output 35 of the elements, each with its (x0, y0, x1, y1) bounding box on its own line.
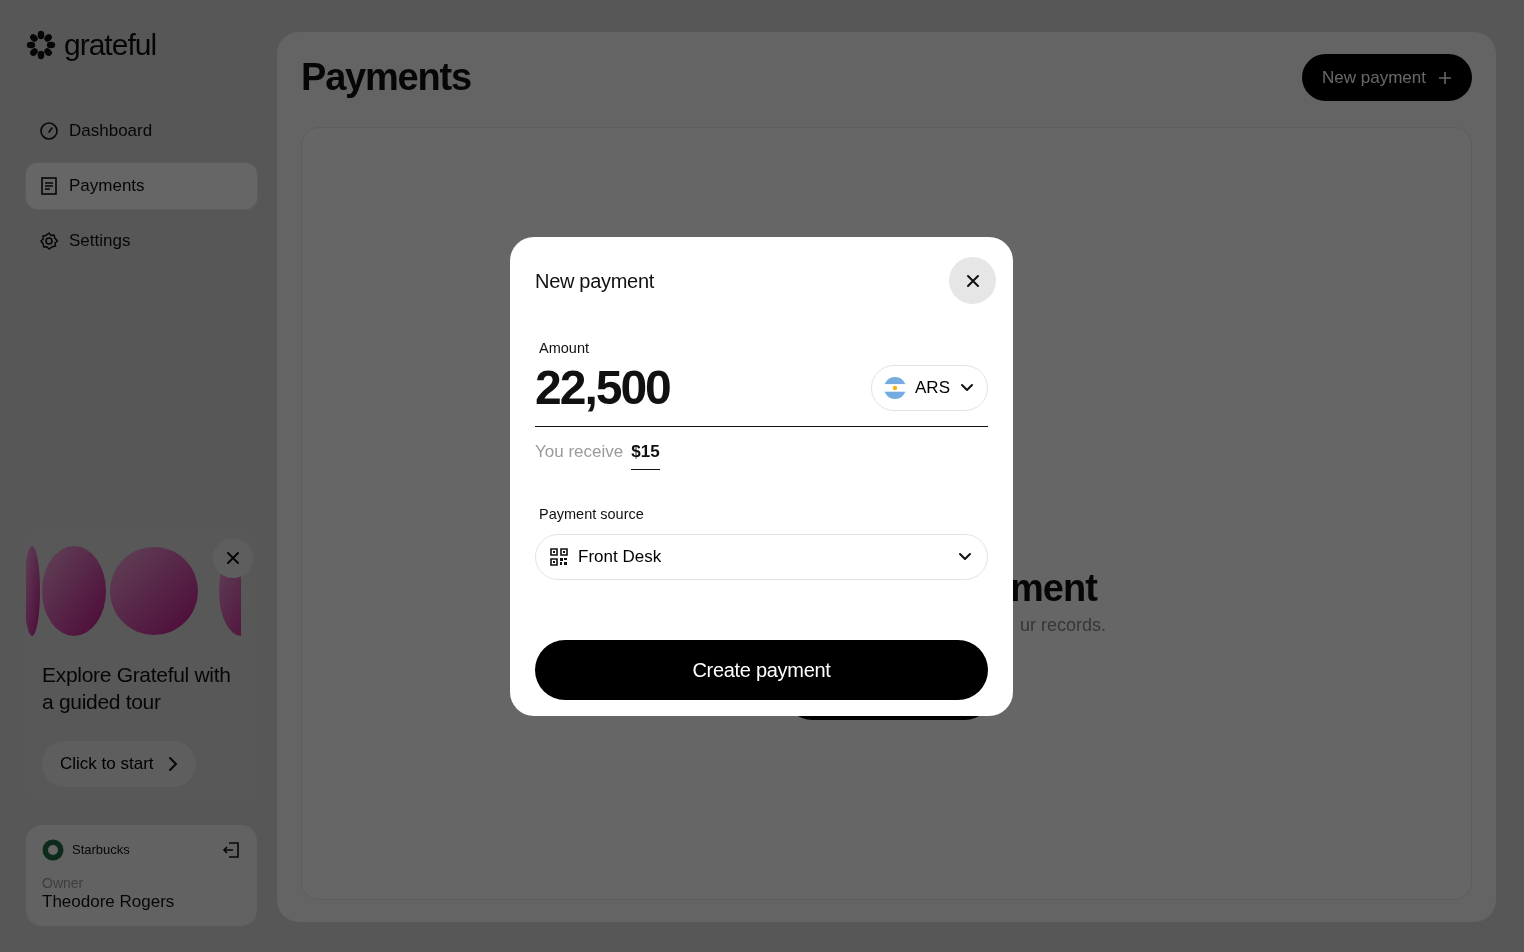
payment-source-value: Front Desk (578, 546, 662, 569)
user-name: Theodore Rogers (42, 891, 176, 912)
gauge-icon (39, 121, 59, 141)
document-icon (39, 176, 59, 196)
field-label: Amount (539, 339, 590, 358)
receive-label: You receive (535, 440, 624, 463)
amount-field[interactable]: 22,500 ARS (535, 359, 988, 427)
tour-title: Explore Grateful with a guided tour (42, 662, 232, 715)
payment-source-dropdown[interactable]: Front Desk (535, 534, 988, 580)
logout-icon (221, 839, 241, 860)
settings-icon (39, 231, 59, 251)
close-button[interactable] (949, 257, 996, 304)
receive-amount: $15 (631, 438, 660, 471)
currency-dropdown[interactable]: ARS (871, 364, 988, 411)
logo-icon (26, 30, 56, 60)
create-payment-button[interactable]: Create payment (535, 640, 988, 700)
page-title: Payments (301, 54, 471, 100)
field-label: Payment source (539, 505, 645, 525)
currency-code: ARS (915, 377, 950, 399)
logout-button[interactable] (221, 839, 241, 860)
dialog-title: New payment (535, 268, 654, 293)
amount-value: 22,500 (535, 363, 670, 412)
logo-text: grateful (64, 30, 157, 60)
flag-icon (884, 376, 907, 399)
chevron-right-icon (167, 755, 178, 772)
company-logo-icon (42, 838, 64, 861)
sidebar-item[interactable]: Dashboard (26, 108, 257, 154)
empty-state-heading: ment (1010, 566, 1097, 611)
sidebar-item[interactable]: Settings (26, 218, 257, 264)
company-name: Starbucks (72, 841, 130, 860)
plus-icon (1438, 70, 1452, 85)
new-payment-button[interactable]: New payment (1302, 54, 1472, 101)
start-tour-button[interactable]: Click to start (42, 740, 196, 787)
qr-code-icon (550, 548, 568, 566)
sidebar-item[interactable]: Payments (26, 163, 257, 209)
